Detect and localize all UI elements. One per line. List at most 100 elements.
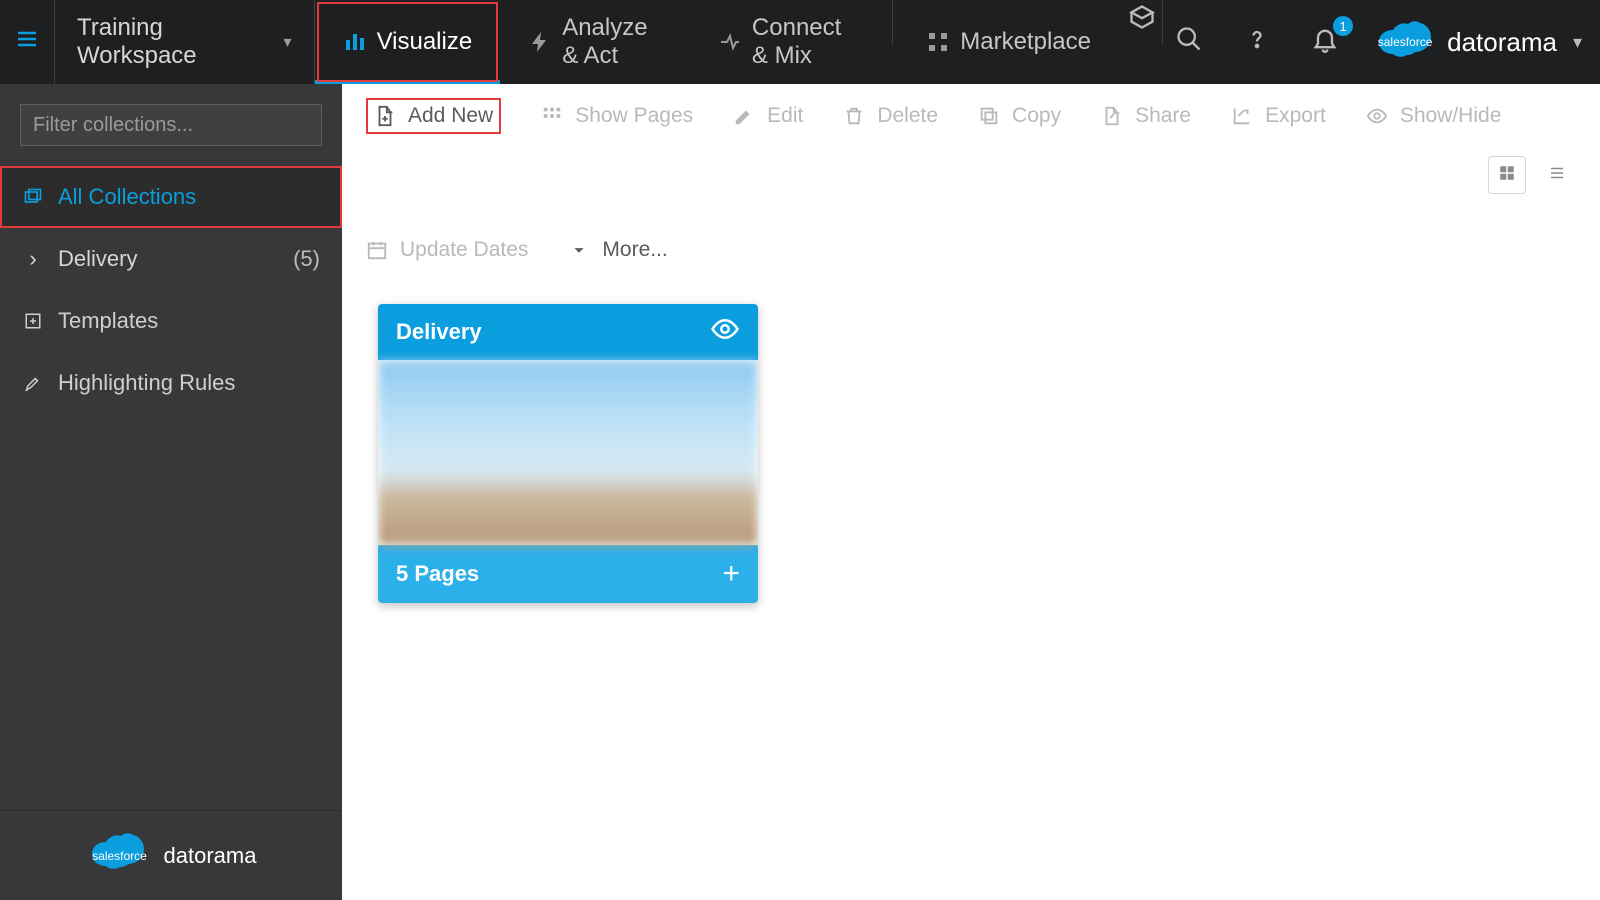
grid-icon	[541, 105, 563, 127]
card-title: Delivery	[396, 319, 482, 345]
search-button[interactable]	[1169, 22, 1209, 62]
list-view-button[interactable]	[1538, 156, 1576, 194]
sidebar-item-label: Delivery	[58, 246, 137, 272]
sidebar-item-label: All Collections	[58, 184, 196, 210]
toolbar-label: Update Dates	[400, 238, 528, 262]
sidebar-footer-brand: salesforce datorama	[0, 810, 342, 900]
tab-visualize[interactable]: Visualize	[315, 0, 501, 84]
toolbar-label: Delete	[877, 104, 938, 128]
tab-label: Analyze & Act	[562, 14, 662, 70]
grid-view-icon	[1498, 164, 1516, 187]
show-hide-button[interactable]: Show/Hide	[1366, 104, 1502, 128]
toolbar-label: Export	[1265, 104, 1326, 128]
list-view-icon	[1548, 164, 1566, 187]
hamburger-menu-button[interactable]	[0, 0, 55, 84]
delete-button[interactable]: Delete	[843, 104, 938, 128]
card-thumbnail	[378, 360, 758, 545]
calendar-icon	[366, 239, 388, 261]
filter-collections-input[interactable]	[20, 104, 322, 146]
tab-label: Marketplace	[960, 28, 1091, 56]
sidebar-templates[interactable]: Templates	[0, 290, 342, 352]
salesforce-text: salesforce	[86, 832, 154, 880]
lightning-icon	[528, 30, 552, 54]
brand-product: datorama	[1447, 27, 1557, 58]
eye-icon[interactable]	[710, 314, 740, 350]
footer-product: datorama	[164, 843, 257, 869]
pencil-icon	[733, 105, 755, 127]
hamburger-icon	[15, 27, 39, 58]
sidebar-item-label: Highlighting Rules	[58, 370, 235, 396]
show-pages-button[interactable]: Show Pages	[541, 104, 693, 128]
chevron-down-icon: ▾	[1573, 32, 1582, 53]
toolbar-label: Add New	[408, 104, 493, 128]
plus-icon[interactable]: +	[722, 557, 740, 591]
tab-marketplace[interactable]: Marketplace	[898, 0, 1119, 84]
card-header: Delivery	[378, 304, 758, 360]
help-button[interactable]	[1237, 22, 1277, 62]
plus-square-icon	[22, 312, 44, 330]
package-button[interactable]	[1127, 0, 1156, 40]
chevron-down-icon: ▾	[284, 32, 292, 52]
more-button[interactable]: More...	[568, 238, 667, 262]
sidebar-highlighting-rules[interactable]: Highlighting Rules	[0, 352, 342, 414]
sidebar-collection-item[interactable]: › Delivery (5)	[0, 228, 342, 290]
connect-icon	[718, 30, 742, 54]
chevron-right-icon: ›	[22, 246, 44, 272]
sidebar-all-collections[interactable]: All Collections	[0, 166, 342, 228]
tab-label: Visualize	[377, 28, 473, 56]
tab-visualize-wrap: Visualize	[315, 0, 501, 84]
add-new-button[interactable]: Add New	[374, 104, 493, 128]
copy-icon	[978, 105, 1000, 127]
filter-wrap	[0, 84, 342, 166]
brand[interactable]: salesforce datorama ▾	[1373, 20, 1582, 64]
workspace-selector[interactable]: Training Workspace ▾	[55, 0, 315, 84]
sidebar-all-collections-wrap: All Collections	[0, 166, 342, 228]
export-icon	[1231, 105, 1253, 127]
collection-count: (5)	[293, 246, 320, 272]
notifications-button[interactable]: 1	[1305, 22, 1345, 62]
add-file-icon	[374, 105, 396, 127]
primary-nav: Visualize Analyze & Act Connect & Mix Ma…	[315, 0, 1170, 84]
trash-icon	[843, 105, 865, 127]
share-button[interactable]: Share	[1101, 104, 1191, 128]
export-button[interactable]: Export	[1231, 104, 1326, 128]
content: Add New Show Pages Edit Delete Copy	[342, 84, 1600, 900]
workspace-name: Training Workspace	[77, 14, 261, 70]
add-new-highlight: Add New	[366, 98, 501, 134]
card-footer: 5 Pages +	[378, 545, 758, 603]
copy-button[interactable]: Copy	[978, 104, 1061, 128]
collections-icon	[22, 187, 44, 207]
highlighter-icon	[22, 374, 44, 392]
tab-connect[interactable]: Connect & Mix	[690, 0, 886, 84]
sidebar-item-label: Templates	[58, 308, 158, 334]
toolbar-label: Show Pages	[575, 104, 693, 128]
toolbar-label: Edit	[767, 104, 803, 128]
toolbar-label: Show/Hide	[1400, 104, 1502, 128]
sidebar: All Collections › Delivery (5) Templates…	[0, 84, 342, 900]
update-dates-button[interactable]: Update Dates	[366, 238, 528, 262]
card-pages-count: 5 Pages	[396, 561, 479, 587]
download-arrow-icon	[568, 239, 590, 261]
eye-icon	[1366, 105, 1388, 127]
package-icon	[1128, 3, 1156, 38]
collection-card[interactable]: Delivery 5 Pages +	[378, 304, 758, 603]
nav-separator	[892, 0, 893, 44]
help-icon	[1243, 25, 1271, 60]
notification-badge: 1	[1333, 16, 1353, 36]
chart-bar-icon	[343, 30, 367, 54]
tab-label: Connect & Mix	[752, 14, 858, 70]
top-bar: Training Workspace ▾ Visualize Analyze &…	[0, 0, 1600, 84]
cards-area: Delivery 5 Pages +	[342, 268, 1600, 639]
view-switch	[1488, 156, 1576, 194]
toolbar-label: More...	[602, 238, 667, 262]
main: All Collections › Delivery (5) Templates…	[0, 84, 1600, 900]
search-icon	[1175, 25, 1203, 60]
toolbar-label: Share	[1135, 104, 1191, 128]
tab-analyze[interactable]: Analyze & Act	[500, 0, 690, 84]
nav-separator	[1162, 0, 1163, 44]
salesforce-text: salesforce	[1373, 20, 1437, 64]
toolbar-label: Copy	[1012, 104, 1061, 128]
grid-apps-icon	[926, 30, 950, 54]
edit-button[interactable]: Edit	[733, 104, 803, 128]
grid-view-button[interactable]	[1488, 156, 1526, 194]
